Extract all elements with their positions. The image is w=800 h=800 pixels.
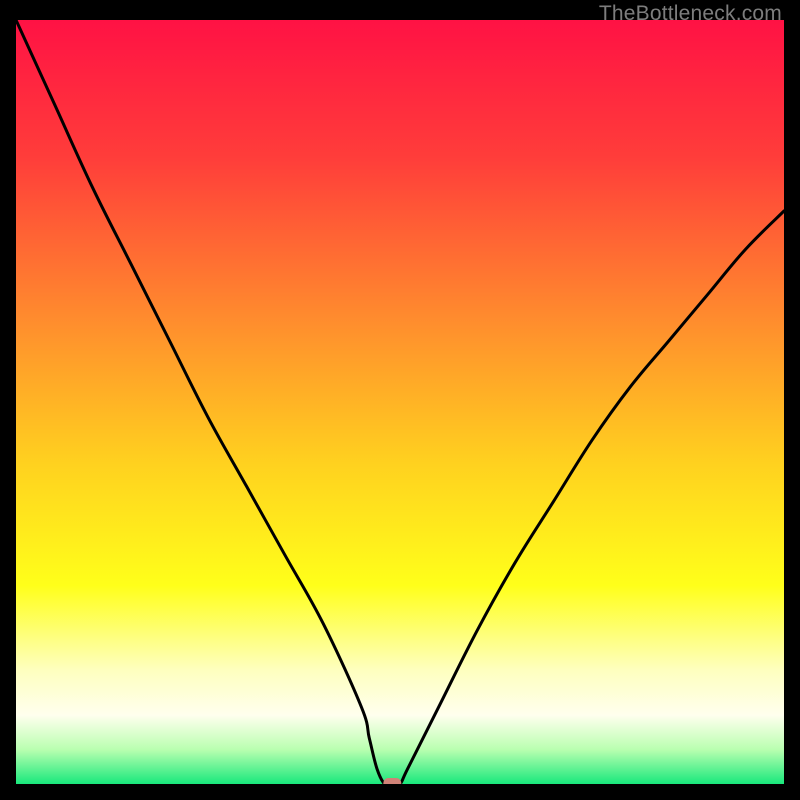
marker-dot [383, 778, 401, 784]
chart-frame [16, 20, 784, 784]
watermark-text: TheBottleneck.com [599, 2, 782, 26]
gradient-background [16, 20, 784, 784]
bottleneck-chart [16, 20, 784, 784]
